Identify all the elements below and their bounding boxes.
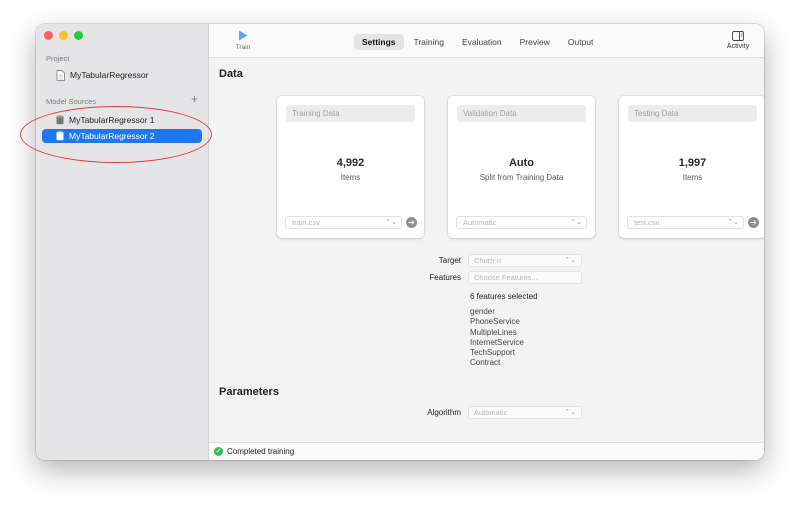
select-value: Automatic	[474, 408, 508, 417]
activity-label: Activity	[726, 43, 750, 50]
minimize-window-button[interactable]	[59, 31, 68, 40]
status-text: Completed training	[227, 447, 295, 456]
updown-chevron-icon: ⌃⌄	[564, 409, 576, 416]
validation-value: Auto	[508, 157, 535, 169]
training-file-select[interactable]: train.csv ⌃⌄	[285, 216, 402, 229]
reveal-arrow-icon[interactable]: ➔	[406, 217, 417, 228]
annotation-ellipse	[20, 106, 212, 163]
select-value: Churn-n	[474, 256, 502, 265]
select-value: test.csv	[634, 218, 660, 227]
model-sources-header: Model Sources	[46, 97, 97, 106]
features-label: Features	[429, 273, 461, 282]
play-icon	[239, 30, 248, 41]
card-header: Validation Data	[457, 105, 586, 122]
checkmark-icon: ✓	[214, 447, 223, 456]
reveal-arrow-icon[interactable]: ➔	[748, 217, 759, 228]
tab-output[interactable]: Output	[560, 34, 602, 50]
select-value: train.csv	[292, 218, 320, 227]
card-subtitle: Items	[340, 173, 361, 182]
testing-file-select[interactable]: test.csv ⌃⌄	[627, 216, 744, 229]
list-item: TechSupport	[470, 348, 515, 358]
app-window: Project MyTabularRegressor Model Sources…	[36, 24, 764, 460]
card-subtitle: Items	[682, 173, 703, 182]
testing-data-card: Testing Data 1,997 Items test.csv ⌃⌄ ➔	[619, 96, 764, 238]
updown-chevron-icon: ⌃⌄	[564, 257, 576, 264]
list-item: PhoneService	[470, 317, 520, 327]
sidebar: Project MyTabularRegressor Model Sources…	[36, 24, 209, 460]
window-controls	[44, 31, 83, 40]
list-item: gender	[470, 307, 495, 316]
target-label: Target	[438, 256, 461, 265]
sidebar-item-label: MyTabularRegressor	[70, 70, 149, 80]
activity-icon	[732, 31, 744, 41]
updown-chevron-icon: ⌃⌄	[385, 219, 397, 226]
tab-preview[interactable]: Preview	[512, 34, 558, 50]
validation-data-card: Validation Data Auto Split from Training…	[448, 96, 595, 238]
train-label: Train	[235, 44, 251, 51]
card-header: Testing Data	[628, 105, 757, 122]
status-bar: ✓ Completed training	[209, 442, 764, 460]
select-value: Automatic	[463, 218, 497, 227]
data-section-title: Data	[219, 68, 243, 80]
add-source-icon[interactable]: +	[191, 93, 198, 105]
document-icon	[56, 69, 65, 81]
list-item: MultipleLines	[470, 327, 517, 337]
testing-items-count: 1,997	[678, 157, 707, 169]
target-select[interactable]: Churn-n ⌃⌄	[468, 254, 582, 267]
tab-training[interactable]: Training	[406, 34, 452, 50]
list-item: Contract	[470, 358, 501, 368]
project-section-header: Project	[46, 54, 70, 63]
sidebar-item-project[interactable]: MyTabularRegressor	[56, 68, 148, 82]
toolbar: Train Settings Training Evaluation Previ…	[209, 24, 764, 58]
algorithm-select[interactable]: Automatic ⌃⌄	[468, 406, 582, 419]
tab-bar: Settings Training Evaluation Preview Out…	[354, 34, 601, 50]
feature-list: gender PhoneService MultipleLines Intern…	[470, 307, 524, 369]
card-subtitle: Split from Training Data	[479, 173, 564, 182]
features-placeholder: Choose Features...	[474, 273, 538, 282]
list-item: InternetService	[470, 337, 524, 347]
validation-mode-select[interactable]: Automatic ⌃⌄	[456, 216, 587, 229]
updown-chevron-icon: ⌃⌄	[727, 219, 739, 226]
tab-evaluation[interactable]: Evaluation	[454, 34, 510, 50]
zoom-window-button[interactable]	[74, 31, 83, 40]
close-window-button[interactable]	[44, 31, 53, 40]
main-content: Train Settings Training Evaluation Previ…	[209, 24, 764, 460]
features-field[interactable]: Choose Features...	[468, 271, 582, 284]
card-header: Training Data	[286, 105, 415, 122]
features-selected-count: 6 features selected	[470, 292, 538, 301]
train-button[interactable]: Train	[231, 30, 255, 51]
algorithm-label: Algorithm	[427, 408, 461, 417]
training-items-count: 4,992	[336, 157, 365, 169]
parameters-section-title: Parameters	[219, 386, 279, 398]
activity-button[interactable]: Activity	[723, 31, 753, 50]
training-data-card: Training Data 4,992 Items train.csv ⌃⌄ ➔	[277, 96, 424, 238]
tab-settings[interactable]: Settings	[354, 34, 404, 50]
updown-chevron-icon: ⌃⌄	[570, 219, 582, 226]
